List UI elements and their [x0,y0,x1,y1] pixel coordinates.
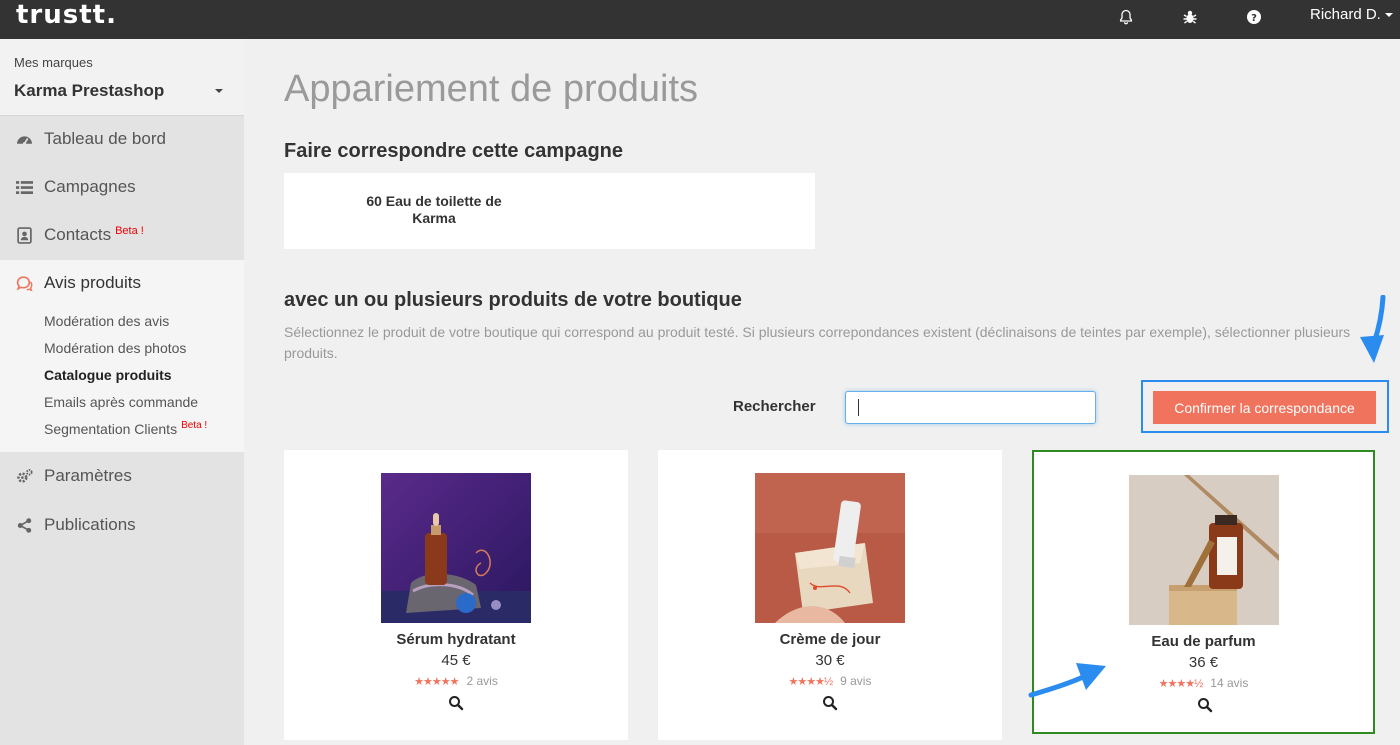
active-nav-group: Avis produits Modération des avis Modéra… [0,260,244,452]
confirm-match-button[interactable]: Confirmer la correspondance [1153,391,1376,424]
annotation-arrow-icon [1360,295,1386,363]
user-menu[interactable]: Richard D. [1310,6,1393,24]
review-count: 9 avis [840,674,872,688]
sidebar-item-product-reviews[interactable]: Avis produits [0,260,244,308]
zoom-icon[interactable] [1197,697,1213,713]
campaign-name: 60 Eau de toilette de Karma [366,193,502,226]
search-input[interactable] [845,391,1096,424]
zoom-icon[interactable] [822,695,838,711]
logo[interactable]: trustt. [16,0,117,30]
product-image [1129,475,1279,625]
beta-badge: Beta ! [115,225,144,237]
bell-icon[interactable] [1117,8,1135,26]
rating-stars: ★★★★½ [788,676,834,688]
list-icon [16,181,33,194]
sidebar-subitem-post-order-emails[interactable]: Emails après commande [44,394,198,410]
product-image [755,473,905,623]
chevron-down-icon [1384,13,1393,18]
product-card[interactable]: Sérum hydratant 45 € ★★★★★ 2 avis [284,450,628,740]
svg-text:?: ? [1251,13,1257,24]
instructions-text: Sélectionnez le produit de votre boutiqu… [284,324,1351,361]
sidebar-subitem-photo-moderation[interactable]: Modération des photos [44,340,186,356]
sidebar-item-label: Campagnes [44,177,136,196]
sidebar-subitem-customer-segmentation[interactable]: Segmentation Clients Beta ! [44,420,208,437]
share-icon [17,518,32,533]
sidebar-item-dashboard[interactable]: Tableau de bord [0,116,244,164]
campaign-heading: Faire correspondre cette campagne [284,140,624,162]
rating-stars: ★★★★½ [1158,678,1204,690]
top-bar: trustt. ? Richard D. [0,0,1400,39]
chat-icon [16,276,33,292]
sidebar-item-label: Contacts Beta ! [44,225,144,244]
search-label: Rechercher [733,398,816,415]
annotation-arrow-icon [1028,663,1106,698]
rating-stars: ★★★★★ [414,676,459,688]
sidebar-item-label: Avis produits [44,273,142,292]
product-price: 45 € [441,652,471,669]
gears-icon [17,468,33,483]
review-count: 14 avis [1210,676,1249,690]
match-heading: avec un ou plusieurs produits de votre b… [284,289,742,311]
contacts-icon [17,227,32,244]
campaign-card: 60 Eau de toilette de Karma [284,173,815,249]
sidebar-item-settings[interactable]: Paramètres [0,453,244,501]
bug-icon[interactable] [1181,8,1199,26]
sidebar-item-label: Tableau de bord [44,129,166,148]
sidebar-item-publications[interactable]: Publications [0,502,244,550]
review-count: 2 avis [466,674,498,688]
sidebar-subitem-product-catalog[interactable]: Catalogue produits [44,367,172,383]
sidebar-item-label: Paramètres [44,466,132,485]
user-name: Richard D. [1310,6,1381,23]
chevron-down-icon[interactable] [215,89,223,93]
product-image [381,473,531,623]
product-rating: ★★★★½ 9 avis [658,674,1002,688]
sidebar: Mes marques Karma Prestashop Tableau de … [0,39,244,745]
sidebar-item-campaigns[interactable]: Campagnes [0,164,244,212]
brand-caption: Mes marques [14,55,93,70]
zoom-icon[interactable] [448,695,464,711]
brand-name: Karma Prestashop [14,81,165,100]
text-cursor [858,399,859,416]
page-title: Appariement de produits [284,68,699,110]
product-name: Sérum hydratant [396,631,516,648]
product-rating: ★★★★★ 2 avis [284,674,628,688]
brand-selector[interactable]: Mes marques Karma Prestashop [0,39,244,116]
sidebar-subitem-review-moderation[interactable]: Modération des avis [44,313,169,329]
product-price: 30 € [815,652,845,669]
sidebar-item-label: Publications [44,515,136,534]
beta-badge: Beta ! [181,420,208,431]
product-name: Eau de parfum [1151,633,1256,650]
product-name: Crème de jour [779,631,881,648]
sidebar-item-contacts[interactable]: Contacts Beta ! [0,212,244,260]
dashboard-icon [17,136,32,146]
help-icon[interactable]: ? [1245,8,1263,26]
product-card[interactable]: Crème de jour 30 € ★★★★½ 9 avis [658,450,1002,740]
